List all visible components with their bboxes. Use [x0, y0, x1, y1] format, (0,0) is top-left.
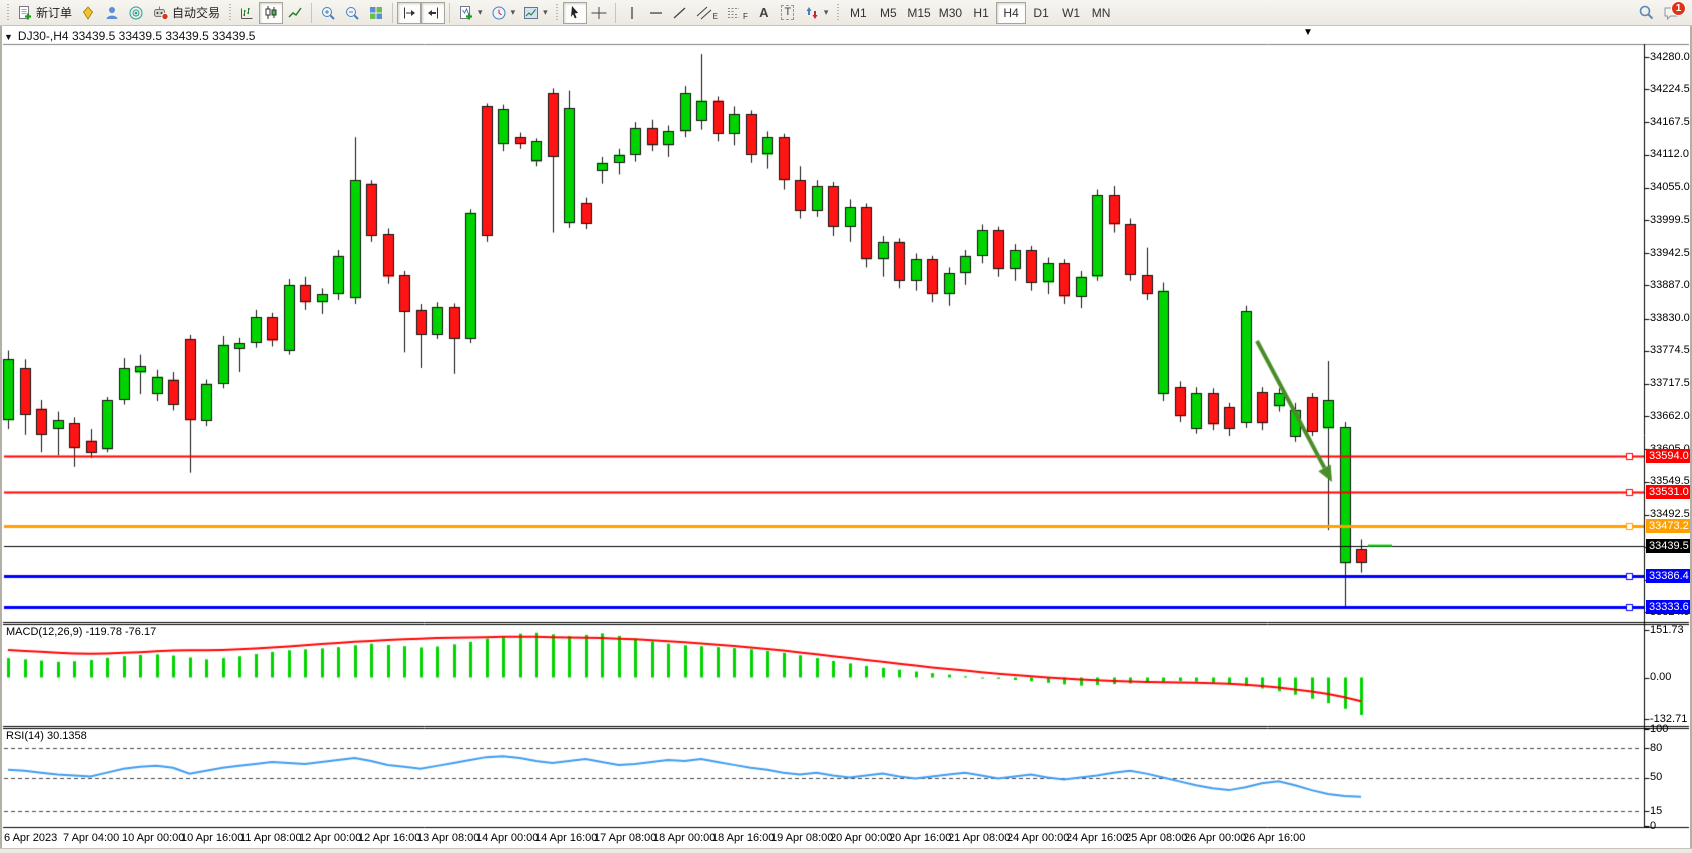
toolbar-separator	[615, 3, 616, 23]
zoom-out-button[interactable]	[340, 2, 364, 24]
autotrading-button[interactable]: 自动交易	[148, 2, 224, 24]
chart-template-icon	[523, 5, 539, 21]
vline-icon	[625, 5, 639, 21]
zoom-out-icon	[344, 5, 360, 21]
toolbar-grip[interactable]	[835, 4, 840, 22]
fibonacci-icon	[726, 5, 742, 21]
text-button[interactable]: A	[752, 2, 776, 24]
fibonacci-subscript: F	[743, 12, 748, 21]
toolbar-grip[interactable]	[5, 4, 10, 22]
toolbar-separator	[311, 3, 312, 23]
chart-shift-icon	[425, 5, 441, 21]
toolbar-separator	[449, 3, 450, 23]
timeframe-m1-button[interactable]: M1	[843, 2, 873, 24]
timeframe-d1-button[interactable]: D1	[1026, 2, 1056, 24]
arrow-pointer-icon	[567, 5, 583, 21]
auto-scroll-icon	[401, 5, 417, 21]
letter-a-icon: A	[759, 6, 768, 19]
caret-down-icon: ▾	[543, 7, 548, 18]
hline-icon	[648, 5, 664, 21]
timeframe-m15-button[interactable]: M15	[903, 2, 934, 24]
radar-icon	[128, 5, 144, 21]
vertical-line-button[interactable]	[620, 2, 644, 24]
channel-subscript: E	[713, 12, 718, 21]
timeframe-m30-button[interactable]: M30	[935, 2, 966, 24]
trendline-icon	[672, 5, 688, 21]
new-order-button[interactable]: 新订单	[13, 2, 76, 24]
horizontal-line-button[interactable]	[644, 2, 668, 24]
templates-dropdown[interactable]: ▾	[519, 2, 552, 24]
bars-chart-icon	[239, 5, 255, 21]
fibonacci-button[interactable]: F	[722, 2, 752, 24]
market-depth-button[interactable]	[76, 2, 100, 24]
crosshair-button[interactable]	[587, 2, 611, 24]
chart-shift-button[interactable]	[421, 2, 445, 24]
bar-chart-button[interactable]	[235, 2, 259, 24]
toolbar-grip[interactable]	[555, 4, 560, 22]
toolbar-grip[interactable]	[227, 4, 232, 22]
zoom-in-button[interactable]	[316, 2, 340, 24]
notifications-button[interactable]: 1	[1659, 2, 1684, 24]
mt4-window: 新订单 自动交易	[0, 0, 1692, 853]
parallel-channel-icon	[696, 5, 712, 21]
clock-icon	[491, 5, 507, 21]
tile-windows-icon	[368, 5, 384, 21]
trendline-button[interactable]	[668, 2, 692, 24]
yellow-flag-icon	[80, 5, 96, 21]
auto-scroll-button[interactable]	[397, 2, 421, 24]
tile-windows-button[interactable]	[364, 2, 388, 24]
zoom-in-icon	[320, 5, 336, 21]
autotrading-label: 自动交易	[172, 4, 220, 21]
text-label-button[interactable]: T	[776, 2, 800, 24]
crosshair-icon	[591, 5, 607, 21]
person-icon	[104, 5, 120, 21]
equidistant-channel-button[interactable]: E	[692, 2, 722, 24]
line-chart-button[interactable]	[283, 2, 307, 24]
robot-stop-icon	[152, 5, 169, 21]
indicators-icon	[458, 5, 474, 21]
new-order-label: 新订单	[36, 4, 72, 21]
caret-down-icon: ▾	[824, 7, 829, 18]
community-button[interactable]	[100, 2, 124, 24]
signals-button[interactable]	[124, 2, 148, 24]
chart-window	[0, 26, 1692, 853]
letter-t-icon: T	[781, 5, 794, 20]
document-plus-icon	[17, 5, 33, 21]
indicators-dropdown[interactable]: ▾	[454, 2, 487, 24]
timeframe-h4-button[interactable]: H4	[996, 2, 1026, 24]
arrow-shapes-icon	[804, 5, 820, 21]
periods-dropdown[interactable]: ▾	[487, 2, 520, 24]
timeframe-m5-button[interactable]: M5	[873, 2, 903, 24]
search-icon	[1638, 4, 1655, 21]
search-button[interactable]	[1634, 2, 1659, 24]
timeframe-h1-button[interactable]: H1	[966, 2, 996, 24]
timeframe-w1-button[interactable]: W1	[1056, 2, 1086, 24]
cursor-button[interactable]	[563, 2, 587, 24]
arrows-dropdown[interactable]: ▾	[800, 2, 833, 24]
candlestick-chart-button[interactable]	[259, 2, 283, 24]
caret-down-icon: ▾	[511, 7, 516, 18]
toolbar-separator	[392, 3, 393, 23]
caret-down-icon: ▾	[478, 7, 483, 18]
candlestick-icon	[263, 5, 279, 21]
chart-canvas[interactable]	[0, 0, 1692, 853]
line-chart-icon	[287, 5, 303, 21]
notification-badge: 1	[1671, 1, 1686, 16]
toolbar: 新订单 自动交易	[0, 0, 1692, 26]
timeframe-mn-button[interactable]: MN	[1086, 2, 1116, 24]
